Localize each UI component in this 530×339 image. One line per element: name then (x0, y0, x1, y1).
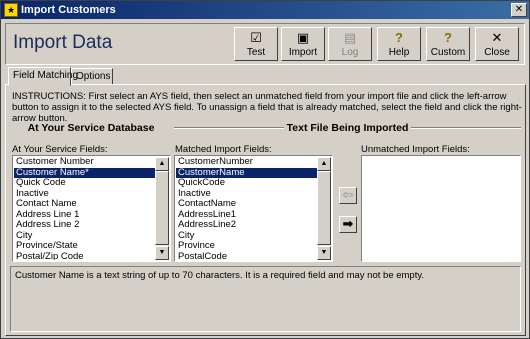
custom-button-label: Custom (430, 47, 466, 58)
ays-fields-label: At Your Service Fields: (12, 144, 108, 155)
scroll-up-icon[interactable]: ▲ (155, 157, 169, 171)
scroll-thumb[interactable] (317, 171, 331, 245)
help-button[interactable]: ? Help (377, 27, 421, 61)
instructions-text: INSTRUCTIONS: First select an AYS field,… (12, 91, 522, 124)
matched-fields-label: Matched Import Fields: (175, 144, 272, 155)
matched-field-item[interactable]: PostalCode (176, 251, 317, 260)
document-icon: ▤ (343, 30, 357, 45)
title-bar: ★ Import Customers ✕ (1, 1, 529, 19)
matched-field-item[interactable]: CustomerNumber (176, 157, 317, 168)
ays-field-item[interactable]: Postal/Zip Code (14, 251, 155, 260)
ays-fields-list[interactable]: Customer Number Customer Name* Quick Code I… (12, 155, 171, 262)
matched-field-item[interactable]: ContactName (176, 198, 317, 210)
matched-field-item[interactable]: QuickCode (176, 177, 317, 189)
matched-field-item[interactable]: AddressLine2 (176, 219, 317, 231)
field-matching-panel: INSTRUCTIONS: First select an AYS field,… (5, 84, 526, 336)
unassign-right-arrow-button[interactable]: ➡ (339, 216, 357, 233)
unmatched-fields-list[interactable] (361, 155, 521, 262)
log-button-label: Log (341, 47, 359, 58)
right-section-title-text: Text File Being Imported (283, 122, 412, 134)
unmatched-fields-items (363, 157, 519, 260)
import-customers-window: ★ Import Customers ✕ Import Data ☑ Test … (0, 0, 530, 339)
question-icon: ? (395, 30, 403, 45)
ays-field-item[interactable]: Quick Code (14, 177, 155, 189)
matched-fields-items: CustomerNumber CustomerName QuickCode Inact… (176, 157, 317, 260)
ays-field-item[interactable]: Province/State (14, 240, 155, 252)
import-button-label: Import (288, 47, 318, 58)
left-section-title: At Your Service Database (12, 122, 170, 134)
ays-fields-items: Customer Number Customer Name* Quick Code I… (14, 157, 155, 260)
close-button-label: Close (484, 47, 510, 58)
page-title: Import Data (13, 32, 113, 53)
ays-field-item[interactable]: Customer Number (14, 157, 155, 168)
scroll-thumb[interactable] (155, 171, 169, 245)
log-button[interactable]: ▤ Log (328, 27, 372, 61)
import-button[interactable]: ▣ Import (281, 27, 325, 61)
matched-fields-scrollbar[interactable]: ▲ ▼ (317, 157, 331, 260)
help-button-label: Help (388, 47, 410, 58)
unmatched-fields-label: Unmatched Import Fields: (361, 144, 470, 155)
test-button-label: Test (246, 47, 266, 58)
ays-field-item[interactable]: Address Line 2 (14, 219, 155, 231)
window-close-button[interactable]: ✕ (511, 3, 527, 17)
window-title: Import Customers (21, 4, 116, 16)
field-description-box: Customer Name is a text string of up to … (10, 266, 521, 332)
floppy-disk-icon: ▣ (296, 30, 310, 45)
scroll-up-icon[interactable]: ▲ (317, 157, 331, 171)
ays-field-item[interactable]: Contact Name (14, 198, 155, 210)
scroll-down-icon[interactable]: ▼ (155, 246, 169, 260)
tab-field-matching-label: Field Matching (13, 70, 79, 81)
close-icon: ✕ (491, 30, 503, 45)
close-button[interactable]: ✕ Close (475, 27, 519, 61)
app-icon: ★ (4, 3, 18, 17)
tab-options-label: Options (76, 71, 111, 82)
clipboard-check-icon: ☑ (250, 30, 262, 45)
question-icon: ? (444, 30, 452, 45)
ays-fields-scrollbar[interactable]: ▲ ▼ (155, 157, 169, 260)
test-button[interactable]: ☑ Test (234, 27, 278, 61)
assign-left-arrow-button[interactable]: ⇦ (339, 187, 357, 204)
custom-button[interactable]: ? Custom (426, 27, 470, 61)
right-section-title: Text File Being Imported (174, 122, 521, 134)
tab-field-matching[interactable]: Field Matching (8, 67, 78, 86)
matched-field-item[interactable]: Province (176, 240, 317, 252)
header-bar: Import Data ☑ Test ▣ Import ▤ Log ? Help… (5, 23, 525, 65)
matched-fields-list[interactable]: CustomerNumber CustomerName QuickCode Inact… (174, 155, 333, 262)
scroll-down-icon[interactable]: ▼ (317, 246, 331, 260)
